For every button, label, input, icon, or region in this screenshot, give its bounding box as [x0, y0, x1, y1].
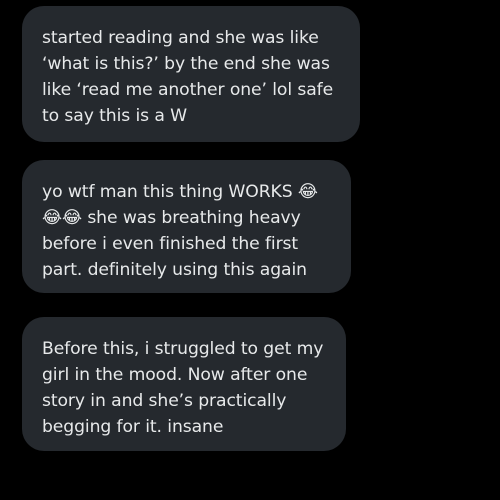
message-line: started reading and she was like — [42, 28, 319, 48]
message-thread: started reading and she was like ‘what i… — [0, 0, 500, 500]
message-line: begging for it. insane — [42, 417, 224, 437]
message-line: 😂😂 she was breathing heavy — [42, 208, 301, 228]
message-line: before i even finished the first — [42, 234, 299, 254]
message-line: to say this is a W — [42, 106, 188, 126]
message-line: story in and she’s practically — [42, 391, 287, 411]
message-bubble[interactable]: yo wtf man this thing WORKS 😂 😂😂 she was… — [22, 160, 351, 293]
message-line: yo wtf man this thing WORKS 😂 — [42, 182, 318, 202]
message-bubble[interactable]: started reading and she was like ‘what i… — [22, 6, 360, 142]
message-line: ‘what is this?’ by the end she was — [42, 54, 330, 74]
message-line: part. definitely using this again — [42, 260, 307, 280]
message-line: like ‘read me another one’ lol safe — [42, 80, 334, 100]
message-bubble[interactable]: Before this, i struggled to get my girl … — [22, 317, 346, 451]
message-line: girl in the mood. Now after one — [42, 365, 308, 385]
message-line: Before this, i struggled to get my — [42, 339, 324, 359]
